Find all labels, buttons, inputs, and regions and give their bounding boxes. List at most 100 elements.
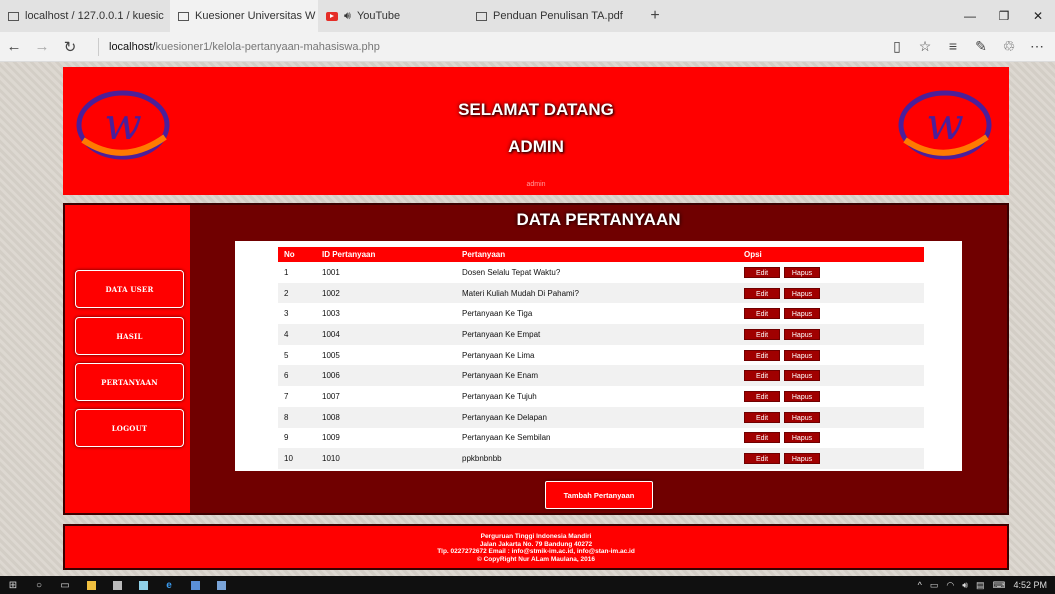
store-icon[interactable] bbox=[104, 576, 130, 594]
restore-icon[interactable]: ❐ bbox=[987, 0, 1021, 32]
sidebar-item-logout[interactable]: LOGOUT bbox=[75, 409, 184, 447]
favorite-star-icon[interactable]: ☆ bbox=[913, 38, 937, 55]
delete-button[interactable]: Hapus bbox=[784, 328, 820, 340]
minimize-icon[interactable]: — bbox=[953, 0, 987, 32]
refresh-icon[interactable]: ↻ bbox=[56, 38, 84, 56]
sidebar-item-hasil[interactable]: HASIL bbox=[75, 317, 184, 355]
url-field[interactable]: localhost/kuesioner1/kelola-pertanyaan-m… bbox=[98, 37, 380, 56]
delete-button[interactable]: Hapus bbox=[784, 432, 820, 444]
back-icon[interactable]: ← bbox=[0, 38, 28, 55]
column-header-no: No bbox=[278, 247, 316, 262]
chevron-up-icon[interactable]: ^ bbox=[918, 580, 922, 590]
windows-start-icon[interactable]: ⊞ bbox=[0, 576, 26, 594]
delete-button[interactable]: Hapus bbox=[784, 349, 820, 361]
edit-button[interactable]: Edit bbox=[744, 308, 780, 320]
web-note-icon[interactable]: ✎ bbox=[969, 38, 993, 55]
page-icon bbox=[476, 11, 487, 21]
cell-question-id: 1006 bbox=[316, 365, 456, 387]
more-icon[interactable]: ⋯ bbox=[1025, 38, 1049, 55]
tab-phpmyadmin[interactable]: localhost / 127.0.0.1 / kuesic bbox=[0, 0, 170, 32]
page-title: DATA PERTANYAAN bbox=[516, 210, 681, 229]
tab-youtube[interactable]: 🔊︎ YouTube bbox=[318, 0, 468, 32]
notification-icon[interactable]: ▤ bbox=[976, 580, 985, 591]
welcome-role: ADMIN bbox=[508, 137, 564, 156]
column-header-id: ID Pertanyaan bbox=[316, 247, 456, 262]
new-tab-button[interactable]: + bbox=[638, 0, 672, 32]
edit-button[interactable]: Edit bbox=[744, 349, 780, 361]
table-row: 9 1009 Pertanyaan Ke Sembilan Edit Hapus bbox=[278, 428, 924, 449]
task-view-icon[interactable]: ▭ bbox=[52, 576, 78, 594]
hub-icon[interactable]: ≡ bbox=[941, 38, 965, 55]
page-icon bbox=[178, 11, 189, 21]
sidebar-item-pertanyaan[interactable]: PERTANYAAN bbox=[75, 363, 184, 401]
cell-options: Edit Hapus bbox=[738, 345, 924, 366]
table-row: 10 1010 ppkbnbnbb Edit Hapus bbox=[278, 448, 924, 469]
cell-question-id: 1002 bbox=[316, 282, 456, 304]
app-icon[interactable] bbox=[182, 576, 208, 594]
edit-button[interactable]: Edit bbox=[744, 390, 780, 402]
clock[interactable]: 4:52 PM bbox=[1013, 580, 1047, 590]
edit-button[interactable]: Edit bbox=[744, 287, 780, 299]
questions-table-container: No ID Pertanyaan Pertanyaan Opsi 1 1001 Do… bbox=[235, 241, 962, 471]
delete-button[interactable]: Hapus bbox=[784, 370, 820, 382]
questions-table: No ID Pertanyaan Pertanyaan Opsi 1 1001 Do… bbox=[278, 247, 924, 469]
address-bar: ← → ↻ localhost/kuesioner1/kelola-pertan… bbox=[0, 32, 1055, 62]
edit-button[interactable]: Edit bbox=[744, 328, 780, 340]
url-host: localhost/ bbox=[109, 40, 156, 53]
browser-tab-bar: localhost / 127.0.0.1 / kuesic Kuesioner… bbox=[0, 0, 1055, 32]
tab-pdf[interactable]: Penduan Penulisan TA.pdf bbox=[468, 0, 638, 32]
cell-options: Edit Hapus bbox=[738, 386, 924, 407]
edit-button[interactable]: Edit bbox=[744, 266, 780, 278]
cell-no: 2 bbox=[278, 282, 316, 304]
keyboard-icon[interactable]: ⌨ bbox=[992, 580, 1005, 591]
cell-no: 1 bbox=[284, 267, 289, 277]
add-question-button[interactable]: Tambah Pertanyaan bbox=[545, 481, 653, 509]
cell-no: 8 bbox=[278, 406, 316, 428]
cell-question-id: 1004 bbox=[316, 324, 456, 345]
tab-title: Penduan Penulisan TA.pdf bbox=[493, 10, 623, 22]
wifi-icon[interactable]: ◠ bbox=[946, 580, 954, 591]
delete-button[interactable]: Hapus bbox=[784, 390, 820, 402]
edge-icon[interactable]: e bbox=[156, 576, 182, 594]
edit-button[interactable]: Edit bbox=[744, 411, 780, 423]
tab-kuesioner[interactable]: Kuesioner Universitas W ✕ bbox=[170, 0, 318, 32]
cell-question-id: 1010 bbox=[316, 448, 456, 469]
window-controls: — ❐ ✕ bbox=[953, 0, 1055, 32]
edit-button[interactable]: Edit bbox=[744, 432, 780, 444]
volume-icon[interactable]: 🔊︎ bbox=[962, 580, 968, 591]
edit-button[interactable]: Edit bbox=[744, 370, 780, 382]
university-logo-right: w bbox=[895, 85, 995, 165]
file-explorer-icon[interactable] bbox=[78, 576, 104, 594]
tab-title: YouTube bbox=[356, 10, 401, 22]
welcome-title: SELAMAT DATANG bbox=[458, 100, 614, 119]
cell-no: 10 bbox=[278, 448, 316, 469]
table-row: 4 1004 Pertanyaan Ke Empat Edit Hapus bbox=[278, 324, 924, 345]
search-icon[interactable]: ○ bbox=[26, 576, 52, 594]
tab-title: localhost / 127.0.0.1 / kuesic bbox=[25, 10, 164, 22]
delete-button[interactable]: Hapus bbox=[784, 308, 820, 320]
delete-button[interactable]: Hapus bbox=[784, 287, 820, 299]
cell-question-text: Pertanyaan Ke Delapan bbox=[456, 406, 738, 428]
close-window-icon[interactable]: ✕ bbox=[1021, 0, 1055, 32]
table-row: 6 1006 Pertanyaan Ke Enam Edit Hapus bbox=[278, 365, 924, 387]
share-icon[interactable]: ♲ bbox=[997, 38, 1021, 55]
app-icon[interactable] bbox=[208, 576, 234, 594]
delete-button[interactable]: Hapus bbox=[784, 266, 820, 278]
column-header-options: Opsi bbox=[738, 247, 924, 262]
notepad-icon[interactable] bbox=[130, 576, 156, 594]
sidebar-item-data-user[interactable]: DATA USER bbox=[75, 270, 184, 308]
cell-no: 7 bbox=[284, 391, 289, 401]
delete-button[interactable]: Hapus bbox=[784, 411, 820, 423]
system-tray: ^ ▭ ◠ 🔊︎ ▤ ⌨ 4:52 PM bbox=[918, 580, 1055, 591]
reading-view-icon[interactable]: ▯ bbox=[885, 38, 909, 55]
cell-options: Edit Hapus bbox=[738, 428, 924, 449]
table-row: 2 1002 Materi Kuliah Mudah Di Pahami? Edit H… bbox=[278, 282, 924, 304]
delete-button[interactable]: Hapus bbox=[784, 453, 820, 465]
edit-button[interactable]: Edit bbox=[744, 453, 780, 465]
cell-no: 3 bbox=[284, 309, 289, 319]
cell-question-id: 1001 bbox=[322, 267, 340, 277]
cell-question-text: ppkbnbnbb bbox=[456, 448, 738, 469]
taskbar: ⊞ ○ ▭ e ^ ▭ ◠ 🔊︎ ▤ ⌨ 4:52 PM bbox=[0, 576, 1055, 594]
forward-icon[interactable]: → bbox=[28, 38, 56, 55]
battery-icon[interactable]: ▭ bbox=[930, 580, 939, 591]
